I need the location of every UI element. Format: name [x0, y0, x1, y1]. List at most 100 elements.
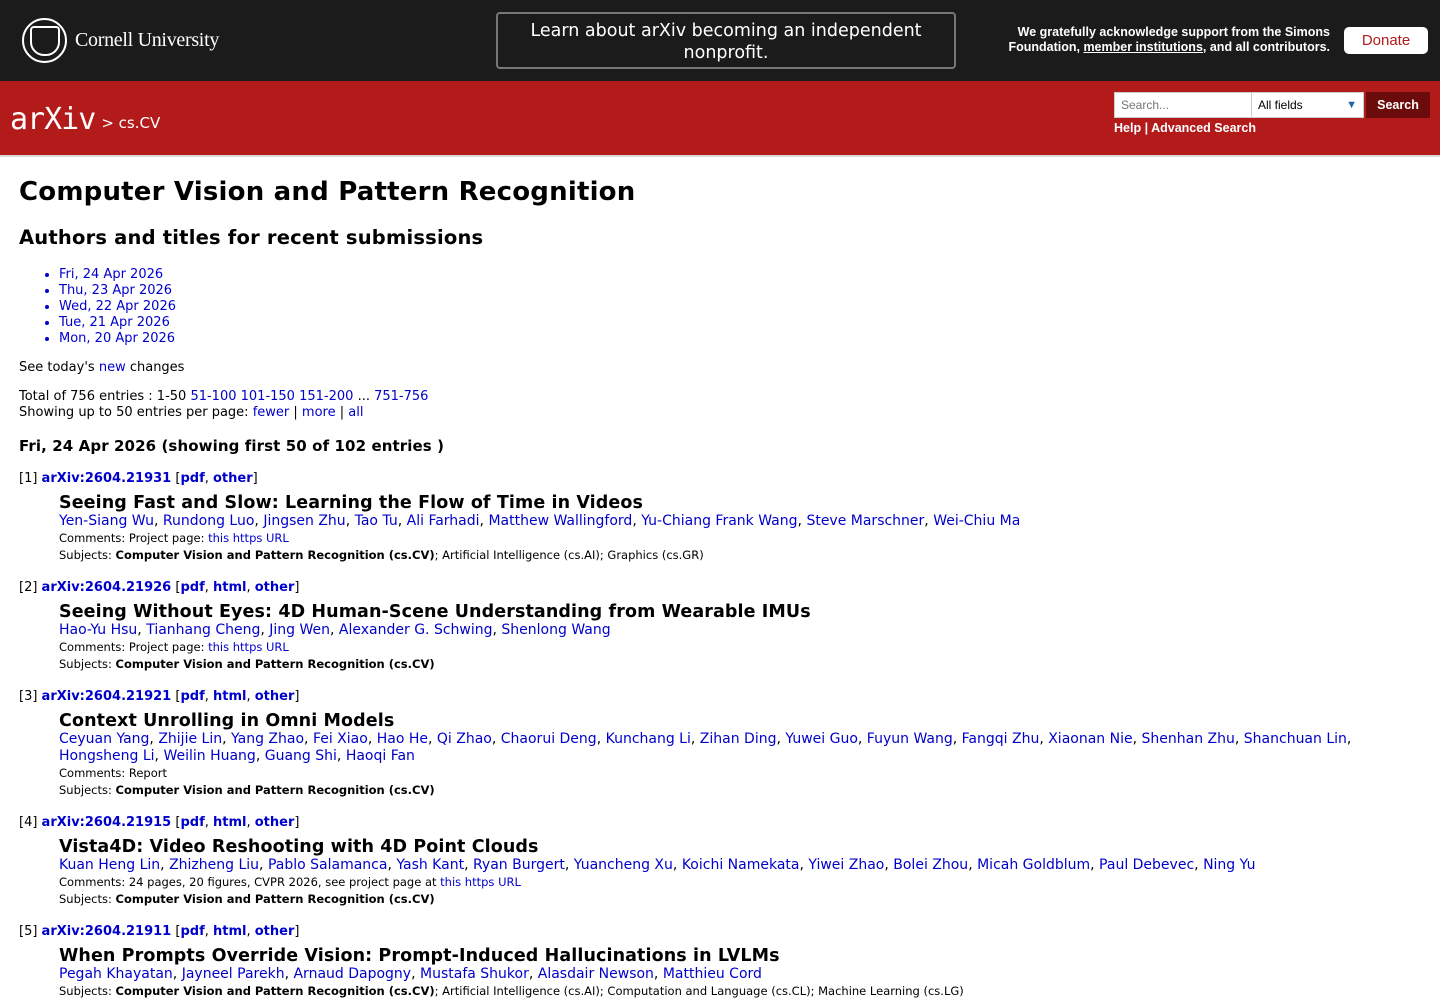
author-link[interactable]: Zhizheng Liu: [169, 857, 259, 873]
field-select[interactable]: All fields ▼: [1252, 92, 1364, 118]
arxiv-id-link[interactable]: arXiv:2604.21915: [42, 815, 172, 830]
arxiv-logo[interactable]: arXiv > cs.CV: [10, 102, 160, 137]
breadcrumb[interactable]: > cs.CV: [101, 114, 160, 132]
author-link[interactable]: Paul Debevec: [1099, 857, 1194, 873]
author-link[interactable]: Arnaud Dapogny: [293, 966, 411, 982]
search-button[interactable]: Search: [1366, 92, 1430, 118]
date-link[interactable]: Thu, 23 Apr 2026: [59, 283, 172, 298]
author-link[interactable]: Alexander G. Schwing: [339, 622, 493, 638]
author-link[interactable]: Koichi Namekata: [682, 857, 800, 873]
last-page-link[interactable]: 751-756: [374, 389, 428, 404]
arxiv-id-link[interactable]: arXiv:2604.21911: [42, 924, 172, 939]
advanced-search-link[interactable]: Advanced Search: [1151, 121, 1256, 135]
format-link-other[interactable]: other: [255, 924, 295, 939]
author-link[interactable]: Zhijie Lin: [158, 731, 222, 747]
author-link[interactable]: Matthieu Cord: [663, 966, 762, 982]
format-link-other[interactable]: other: [255, 689, 295, 704]
format-link-html[interactable]: html: [213, 580, 246, 595]
author-link[interactable]: Fei Xiao: [313, 731, 368, 747]
author-link[interactable]: Haoqi Fan: [346, 748, 415, 764]
format-link-pdf[interactable]: pdf: [180, 815, 204, 830]
author-link[interactable]: Steve Marschner: [806, 513, 924, 529]
author-link[interactable]: Hao He: [377, 731, 428, 747]
author-link[interactable]: Fuyun Wang: [867, 731, 953, 747]
arxiv-id-link[interactable]: arXiv:2604.21926: [42, 580, 172, 595]
author-link[interactable]: Ning Yu: [1203, 857, 1255, 873]
author-link[interactable]: Chaorui Deng: [501, 731, 597, 747]
author-link[interactable]: Qi Zhao: [437, 731, 492, 747]
author-link[interactable]: Tianhang Cheng: [146, 622, 260, 638]
author-link[interactable]: Yash Kant: [396, 857, 464, 873]
author-link[interactable]: Yu-Chiang Frank Wang: [641, 513, 797, 529]
author-link[interactable]: Jingsen Zhu: [263, 513, 345, 529]
author-link[interactable]: Pegah Khayatan: [59, 966, 173, 982]
page-link[interactable]: 151-200: [299, 389, 353, 404]
author-link[interactable]: Yen-Siang Wu: [59, 513, 154, 529]
author-link[interactable]: Shanchuan Lin: [1244, 731, 1347, 747]
format-link-html[interactable]: html: [213, 924, 246, 939]
more-link[interactable]: more: [302, 405, 336, 420]
format-link-pdf[interactable]: pdf: [180, 924, 204, 939]
comments-link[interactable]: this https URL: [208, 531, 289, 545]
format-link-pdf[interactable]: pdf: [180, 471, 204, 486]
author-link[interactable]: Zihan Ding: [700, 731, 777, 747]
author-link[interactable]: Yang Zhao: [231, 731, 304, 747]
author-link[interactable]: Shenhan Zhu: [1142, 731, 1235, 747]
author-link[interactable]: Kunchang Li: [606, 731, 691, 747]
member-institutions-link[interactable]: member institutions: [1083, 40, 1202, 54]
author-link[interactable]: Yiwei Zhao: [808, 857, 884, 873]
author-link[interactable]: Ceyuan Yang: [59, 731, 149, 747]
entry-item: [2] arXiv:2604.21926 [pdf, html, other] S…: [19, 580, 1421, 673]
search-bar: All fields▼ Search: [1114, 92, 1430, 118]
author-link[interactable]: Jayneel Parekh: [182, 966, 285, 982]
comments-link[interactable]: this https URL: [440, 875, 521, 889]
format-link-other[interactable]: other: [255, 580, 295, 595]
date-link[interactable]: Fri, 24 Apr 2026: [59, 267, 163, 282]
page-link[interactable]: 51-100: [190, 389, 236, 404]
entry-item: [1] arXiv:2604.21931 [pdf, other] Seeing …: [19, 471, 1421, 564]
author-link[interactable]: Mustafa Shukor: [420, 966, 529, 982]
author-link[interactable]: Xiaonan Nie: [1048, 731, 1132, 747]
author-link[interactable]: Yuancheng Xu: [574, 857, 673, 873]
arxiv-id-link[interactable]: arXiv:2604.21921: [42, 689, 172, 704]
author-link[interactable]: Micah Goldblum: [977, 857, 1090, 873]
author-link[interactable]: Ryan Burgert: [473, 857, 565, 873]
date-link[interactable]: Mon, 20 Apr 2026: [59, 331, 175, 346]
author-link[interactable]: Wei-Chiu Ma: [933, 513, 1020, 529]
format-link-pdf[interactable]: pdf: [180, 580, 204, 595]
format-link-html[interactable]: html: [213, 815, 246, 830]
comments-link[interactable]: this https URL: [208, 640, 289, 654]
author-link[interactable]: Alasdair Newson: [538, 966, 654, 982]
author-link[interactable]: Hongsheng Li: [59, 748, 155, 764]
author-link[interactable]: Jing Wen: [269, 622, 330, 638]
author-link[interactable]: Matthew Wallingford: [488, 513, 632, 529]
author-link[interactable]: Tao Tu: [355, 513, 398, 529]
cornell-logo[interactable]: Cornell University: [22, 18, 219, 63]
author-link[interactable]: Yuwei Guo: [785, 731, 858, 747]
all-link[interactable]: all: [348, 405, 363, 420]
fewer-link[interactable]: fewer: [253, 405, 290, 420]
date-link[interactable]: Wed, 22 Apr 2026: [59, 299, 176, 314]
author-link[interactable]: Rundong Luo: [163, 513, 255, 529]
arxiv-id-link[interactable]: arXiv:2604.21931: [42, 471, 172, 486]
author-link[interactable]: Kuan Heng Lin: [59, 857, 160, 873]
format-link-other[interactable]: other: [255, 815, 295, 830]
author-link[interactable]: Ali Farhadi: [407, 513, 480, 529]
format-link-other[interactable]: other: [213, 471, 253, 486]
format-link-html[interactable]: html: [213, 689, 246, 704]
author-link[interactable]: Shenlong Wang: [501, 622, 610, 638]
author-link[interactable]: Bolei Zhou: [893, 857, 968, 873]
search-input[interactable]: [1114, 92, 1252, 118]
author-link[interactable]: Pablo Salamanca: [268, 857, 388, 873]
help-link[interactable]: Help: [1114, 121, 1141, 135]
author-link[interactable]: Guang Shi: [265, 748, 337, 764]
author-link[interactable]: Hao-Yu Hsu: [59, 622, 137, 638]
author-link[interactable]: Weilin Huang: [163, 748, 255, 764]
format-link-pdf[interactable]: pdf: [180, 689, 204, 704]
date-link[interactable]: Tue, 21 Apr 2026: [59, 315, 170, 330]
author-link[interactable]: Fangqi Zhu: [962, 731, 1040, 747]
new-changes-link[interactable]: new: [99, 360, 126, 375]
announcement-banner[interactable]: Learn about arXiv becoming an independen…: [496, 12, 956, 69]
page-link[interactable]: 101-150: [241, 389, 295, 404]
donate-button[interactable]: Donate: [1344, 27, 1428, 54]
